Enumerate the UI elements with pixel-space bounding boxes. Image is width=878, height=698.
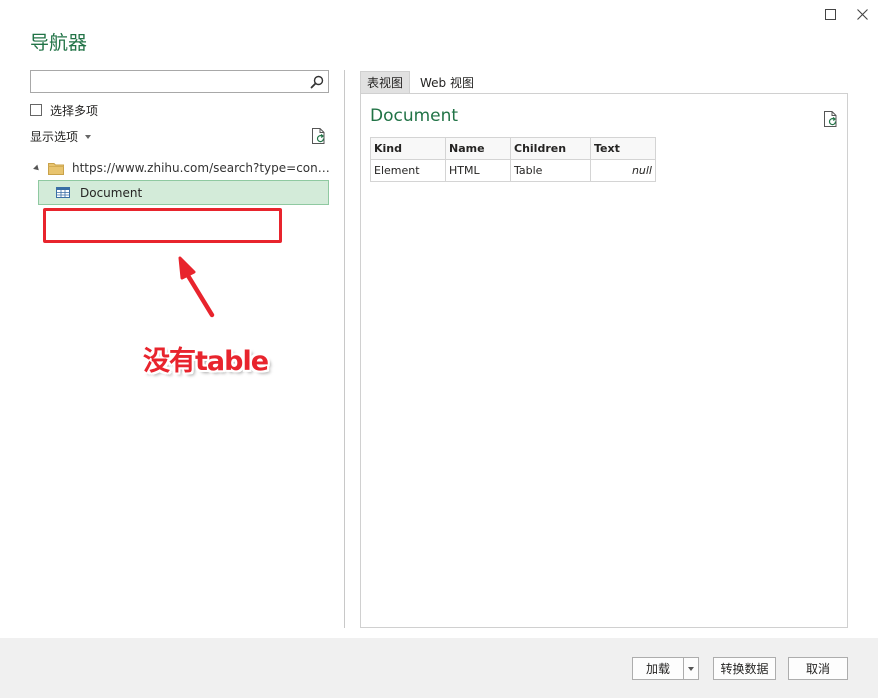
search-icon [310, 75, 323, 88]
collapse-arrow-icon[interactable] [33, 164, 41, 172]
preview-title: Document [370, 106, 459, 126]
table-header-row: Kind Name Children Text [370, 137, 656, 160]
search-box[interactable] [30, 70, 329, 93]
search-button[interactable] [308, 73, 325, 90]
search-input[interactable] [31, 71, 301, 92]
annotation-text: 没有table [143, 346, 269, 377]
column-header-text[interactable]: Text [590, 137, 656, 160]
maximize-icon [824, 8, 836, 20]
refresh-icon[interactable] [823, 110, 839, 128]
caret-down-icon [85, 134, 92, 139]
tree-item-document[interactable]: Document [38, 180, 329, 205]
caret-down-icon [688, 666, 694, 671]
footer-bar: 加载 转换数据 取消 [0, 638, 878, 698]
table-cell: Element [370, 159, 446, 182]
pane-divider[interactable] [344, 70, 345, 628]
tree-root-url: https://www.zhihu.com/search?type=conten… [72, 161, 334, 175]
table-cell: HTML [445, 159, 511, 182]
preview-pane: Document Kind Name Children Text Element… [360, 93, 848, 628]
load-button[interactable]: 加载 [633, 658, 683, 679]
load-options-button[interactable] [683, 658, 698, 679]
display-options-dropdown[interactable]: 显示选项 [30, 128, 92, 145]
tab-table-view[interactable]: 表视图 [360, 71, 411, 93]
display-options-label: 显示选项 [30, 130, 79, 144]
transform-data-button[interactable]: 转换数据 [713, 657, 776, 680]
refresh-icon[interactable] [311, 127, 327, 145]
table-icon [56, 187, 70, 198]
preview-tabs: 表视图 Web 视图 [360, 71, 480, 93]
select-multiple-option[interactable]: 选择多项 [30, 102, 98, 118]
tree-root-node[interactable]: https://www.zhihu.com/search?type=conten… [33, 158, 334, 178]
table-row: Element HTML Table null [370, 159, 656, 182]
preview-table: Kind Name Children Text Element HTML Tab… [370, 137, 656, 182]
annotation-highlight-box [43, 208, 282, 243]
table-cell: null [590, 159, 656, 182]
column-header-kind[interactable]: Kind [370, 137, 446, 160]
dialog-title: 导航器 [30, 32, 88, 54]
load-split-button: 加载 [632, 657, 699, 680]
table-cell-link[interactable]: Table [510, 159, 591, 182]
folder-icon [48, 162, 64, 175]
close-icon [856, 8, 868, 20]
tree-item-document-label: Document [80, 185, 143, 200]
select-multiple-checkbox[interactable] [30, 104, 42, 116]
maximize-button[interactable] [820, 4, 840, 24]
tab-web-view[interactable]: Web 视图 [414, 71, 480, 93]
select-multiple-label: 选择多项 [50, 103, 99, 118]
close-button[interactable] [852, 4, 872, 24]
annotation-arrow-icon [178, 256, 215, 318]
column-header-name[interactable]: Name [445, 137, 511, 160]
cancel-button[interactable]: 取消 [788, 657, 848, 680]
column-header-children[interactable]: Children [510, 137, 591, 160]
